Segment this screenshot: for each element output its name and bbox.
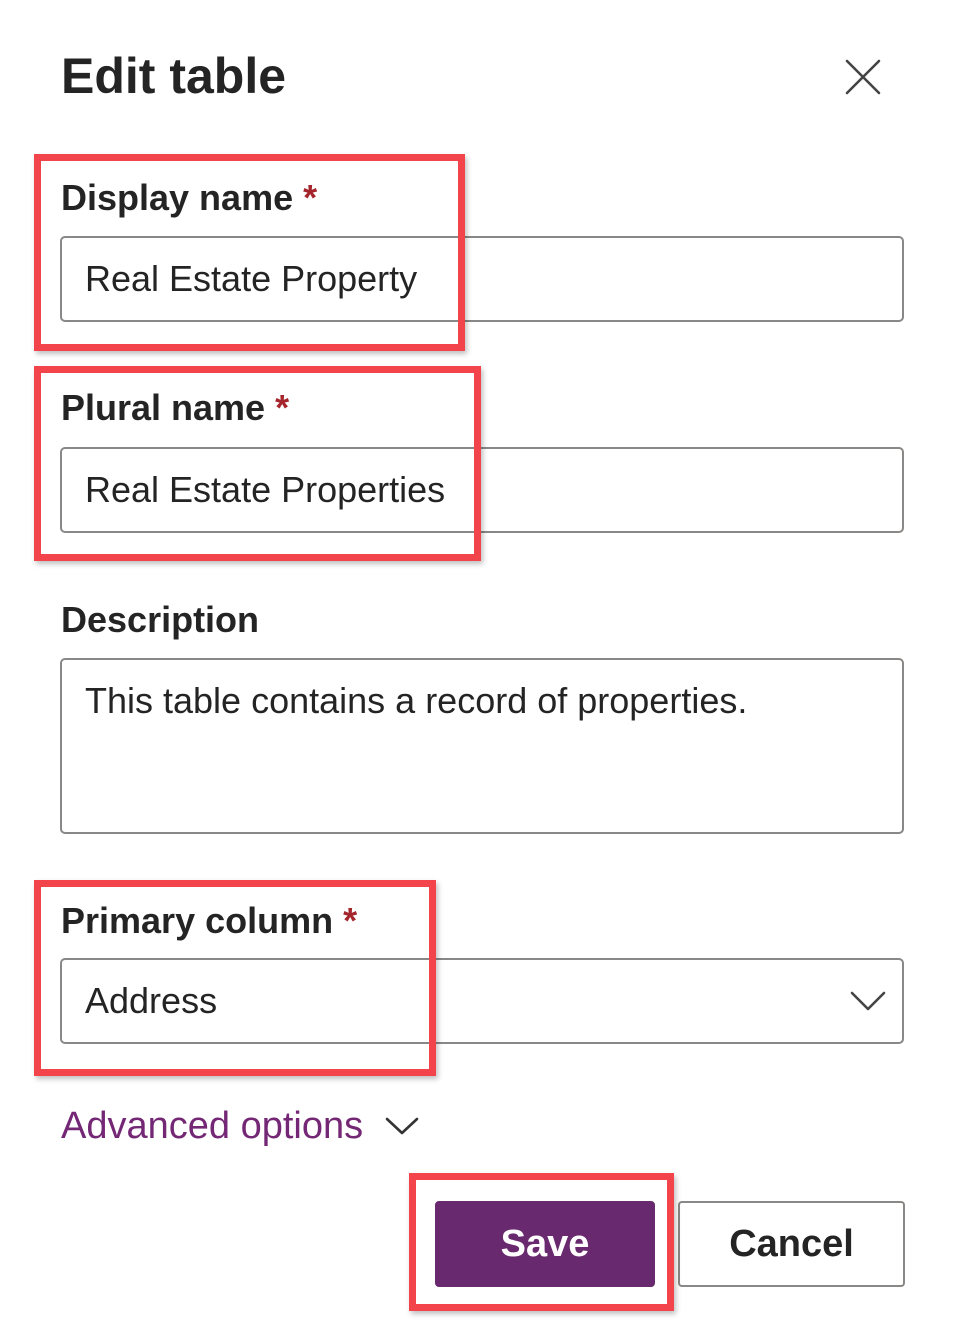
close-icon bbox=[845, 59, 881, 95]
primary-column-label-text: Primary column bbox=[61, 900, 334, 941]
panel-title: Edit table bbox=[61, 48, 287, 104]
description-value: This table contains a record of properti… bbox=[85, 680, 748, 721]
required-marker: * bbox=[343, 900, 358, 941]
display-name-label: Display name * bbox=[61, 176, 317, 220]
plural-name-label: Plural name * bbox=[61, 386, 289, 430]
plural-name-label-text: Plural name bbox=[61, 387, 266, 428]
display-name-value: Real Estate Property bbox=[85, 258, 418, 299]
required-marker: * bbox=[303, 177, 318, 218]
plural-name-value: Real Estate Properties bbox=[85, 469, 446, 510]
plural-name-input[interactable]: Real Estate Properties bbox=[60, 447, 904, 533]
display-name-input[interactable]: Real Estate Property bbox=[60, 236, 904, 322]
primary-column-label: Primary column * bbox=[61, 899, 357, 943]
close-button[interactable] bbox=[832, 46, 894, 108]
description-label: Description bbox=[61, 599, 260, 640]
cancel-button[interactable]: Cancel bbox=[678, 1201, 905, 1287]
chevron-down-icon bbox=[850, 990, 886, 1012]
primary-column-dropdown[interactable]: Address bbox=[60, 958, 904, 1044]
advanced-options-toggle[interactable]: Advanced options bbox=[61, 1100, 419, 1152]
advanced-options-label: Advanced options bbox=[61, 1104, 364, 1147]
primary-column-value: Address bbox=[85, 980, 218, 1021]
save-button[interactable]: Save bbox=[435, 1201, 655, 1287]
required-marker: * bbox=[275, 387, 290, 428]
display-name-label-text: Display name bbox=[61, 177, 294, 218]
description-textarea[interactable]: This table contains a record of properti… bbox=[60, 658, 904, 834]
chevron-down-icon bbox=[385, 1116, 419, 1136]
